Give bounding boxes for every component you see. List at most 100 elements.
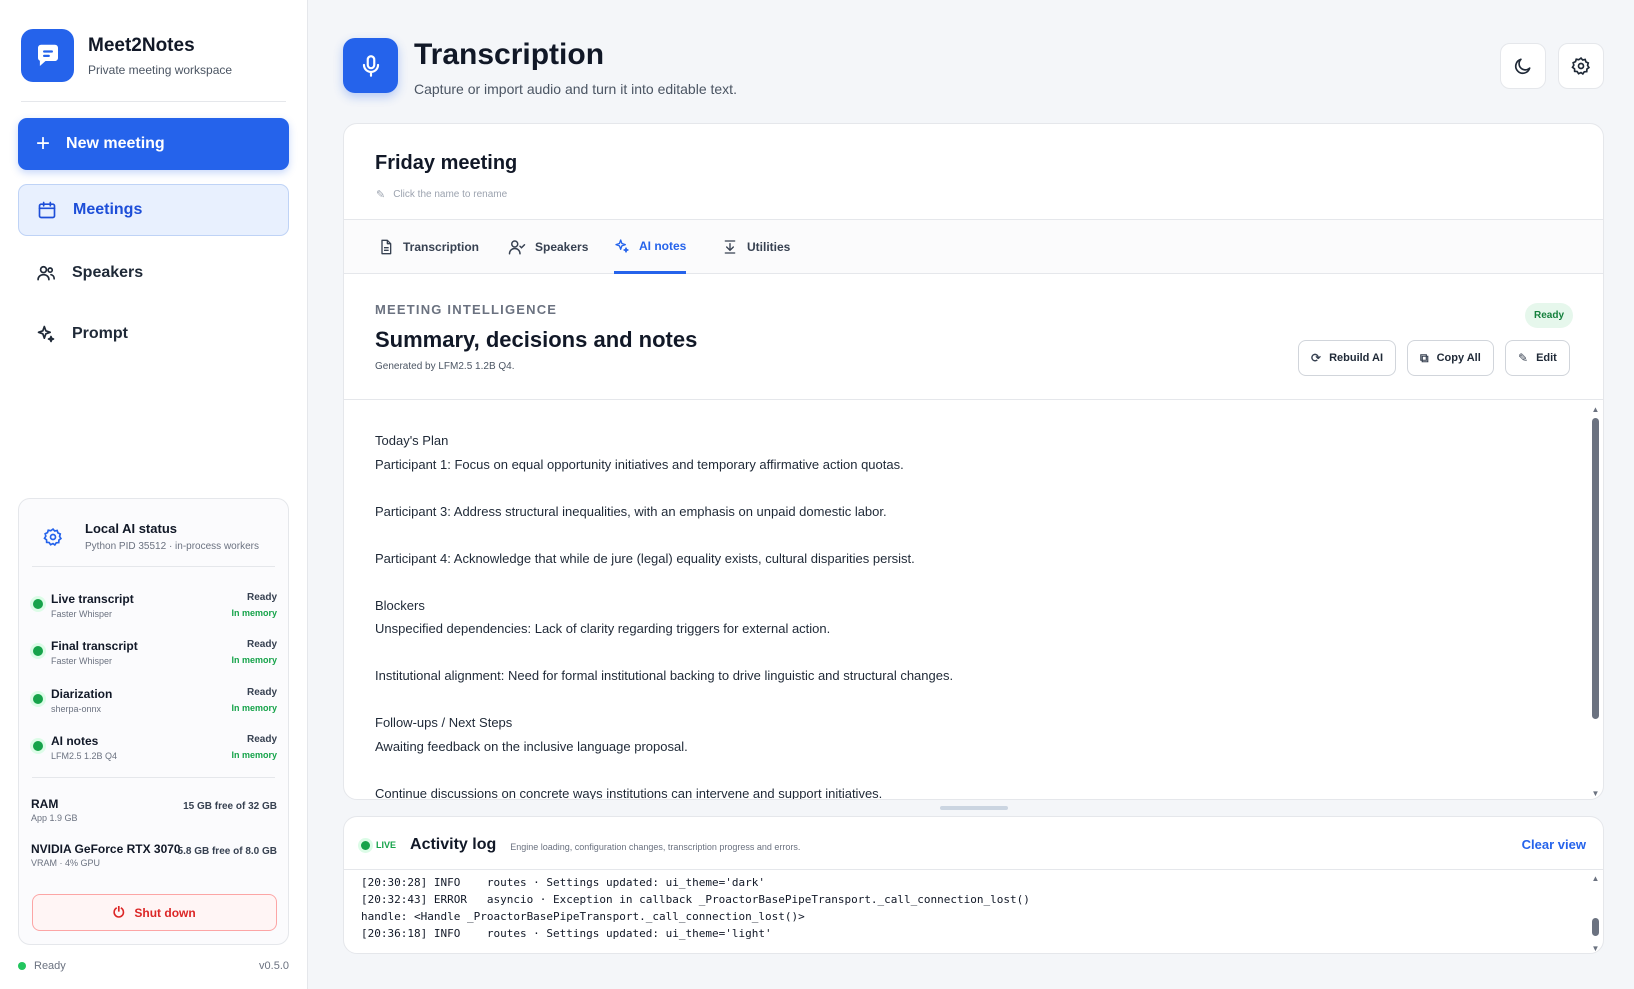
new-meeting-label: New meeting <box>66 135 165 152</box>
notes-line: Participant 3: Address structural inequa… <box>375 503 887 519</box>
notes-line: Institutional alignment: Need for formal… <box>375 668 954 683</box>
copy-all-button[interactable]: ⧉ Copy All <box>1407 340 1494 376</box>
scrollbar-thumb[interactable] <box>1592 918 1599 936</box>
status-divider <box>32 777 275 778</box>
tab-transcription[interactable]: Transcription <box>378 220 479 274</box>
document-icon <box>381 239 392 255</box>
log-line: [20:36:18] INFO routes · Settings update… <box>361 927 772 940</box>
shutdown-button[interactable]: ⏻ Shut down <box>32 894 277 931</box>
moon-icon <box>1514 58 1531 75</box>
notes-line: Follow-ups / Next Steps <box>375 715 513 730</box>
sparkle-icon <box>615 238 629 253</box>
ai-status-title: Local AI status <box>85 521 177 536</box>
sidebar-item-meetings[interactable]: Meetings <box>18 184 289 236</box>
log-line: [20:30:28] INFO routes · Settings update… <box>361 876 765 889</box>
service-engine: LFM2.5 1.2B Q4 <box>51 751 118 761</box>
service-memory: In memory <box>231 703 277 713</box>
resource-row-gpu: NVIDIA GeForce RTX 3070 VRAM · 4% GPU 5.… <box>31 842 277 872</box>
sidebar-item-label: Prompt <box>72 325 128 342</box>
log-scrollbar[interactable]: ▲ ▼ <box>1591 874 1600 953</box>
panel-resize-handle[interactable] <box>940 806 1008 810</box>
service-status: Ready <box>246 639 277 650</box>
notes-line: Unspecified dependencies: Lack of clarit… <box>375 621 831 636</box>
tab-bar: Transcription Speakers AI notes Utilitie… <box>344 219 1603 274</box>
notes-line: Today's Plan <box>375 433 449 448</box>
resource-row-ram: RAM App 1.9 GB 15 GB free of 32 GB <box>31 797 277 827</box>
status-dot <box>18 962 26 970</box>
service-name: Final transcript <box>51 639 138 653</box>
live-label: LIVE <box>376 840 397 850</box>
service-row: AI notes LFM2.5 1.2B Q4 Ready In memory <box>33 731 277 769</box>
page-title: Transcription <box>414 38 605 71</box>
ai-notes-text[interactable]: Today's Plan Participant 1: Focus on equ… <box>375 429 1555 800</box>
service-name: AI notes <box>51 734 99 748</box>
notes-scrollbar[interactable]: ▲ ▼ <box>1591 405 1600 798</box>
rebuild-ai-button[interactable]: ⟳ Rebuild AI <box>1298 340 1397 376</box>
notes-line: Blockers <box>375 597 425 613</box>
tab-label: Transcription <box>403 240 480 254</box>
tab-label: Speakers <box>535 240 589 254</box>
tab-utilities[interactable]: Utilities <box>722 220 790 274</box>
service-engine: sherpa-onnx <box>51 704 102 714</box>
ai-status-subtitle: Python PID 35512 · in-process workers <box>85 541 259 552</box>
notes-line: Participant 1: Focus on equal opportunit… <box>375 456 904 472</box>
theme-toggle-button[interactable] <box>1500 43 1546 89</box>
notes-line <box>375 641 1555 665</box>
status-badge: Ready <box>1524 303 1573 328</box>
gear-icon <box>1571 56 1591 76</box>
settings-button[interactable] <box>1558 43 1604 89</box>
notes-line <box>375 758 1555 782</box>
microphone-icon <box>343 38 398 93</box>
status-dot <box>33 599 43 609</box>
service-engine: Faster Whisper <box>51 656 113 666</box>
sidebar-item-label: Meetings <box>73 201 143 218</box>
meeting-title[interactable]: Friday meeting <box>375 152 517 175</box>
status-dot <box>33 694 43 704</box>
app-name: Meet2Notes <box>88 34 195 56</box>
copy-icon: ⧉ <box>1420 350 1429 365</box>
resource-value: 15 GB free of 32 GB <box>183 801 277 812</box>
service-row: Final transcript Faster Whisper Ready In… <box>33 636 277 674</box>
shutdown-label: Shut down <box>134 905 196 920</box>
scroll-down-icon[interactable]: ▼ <box>1591 944 1600 953</box>
tab-ai-notes[interactable]: AI notes <box>614 220 687 274</box>
notes-line <box>375 688 1555 712</box>
service-status: Ready <box>246 592 277 603</box>
notes-line: Continue discussions on concrete ways in… <box>375 785 883 800</box>
live-indicator-dot <box>361 840 370 850</box>
scroll-up-icon[interactable]: ▲ <box>1591 405 1600 414</box>
service-name: Live transcript <box>51 592 134 606</box>
scrollbar-thumb[interactable] <box>1592 418 1599 719</box>
button-label: Rebuild AI <box>1329 352 1384 364</box>
notes-line <box>375 570 1555 594</box>
log-divider <box>344 869 1603 870</box>
notes-line <box>375 523 1555 547</box>
service-name: Diarization <box>51 687 113 701</box>
plus-icon: + <box>36 130 51 157</box>
tab-speakers[interactable]: Speakers <box>508 220 588 274</box>
sidebar-item-prompt[interactable]: Prompt <box>18 308 289 360</box>
new-meeting-button[interactable]: + New meeting <box>18 118 289 170</box>
service-memory: In memory <box>231 608 277 618</box>
tab-label: Utilities <box>747 240 791 254</box>
tab-label: AI notes <box>639 238 687 253</box>
scroll-up-icon[interactable]: ▲ <box>1591 874 1600 883</box>
clear-view-button[interactable]: Clear view <box>1522 837 1586 852</box>
download-icon <box>724 240 736 254</box>
button-label: Edit <box>1536 352 1557 364</box>
notes-line: Awaiting feedback on the inclusive langu… <box>375 738 688 754</box>
sidebar-item-label: Speakers <box>72 264 144 281</box>
scroll-down-icon[interactable]: ▼ <box>1591 789 1600 798</box>
pencil-icon: ✎ <box>376 189 386 201</box>
sidebar-divider <box>21 101 286 102</box>
notes-divider <box>344 399 1603 400</box>
sidebar-item-speakers[interactable]: Speakers <box>18 247 289 299</box>
brand: Meet2Notes Private meeting workspace <box>21 29 232 82</box>
edit-button[interactable]: ✎ Edit <box>1505 340 1570 376</box>
power-icon: ⏻ <box>113 904 125 920</box>
service-row: Diarization sherpa-onnx Ready In memory <box>33 684 277 722</box>
service-row: Live transcript Faster Whisper Ready In … <box>33 589 277 627</box>
app-logo-icon <box>21 29 74 82</box>
service-status: Ready <box>246 687 277 698</box>
refresh-icon: ⟳ <box>1311 351 1322 365</box>
